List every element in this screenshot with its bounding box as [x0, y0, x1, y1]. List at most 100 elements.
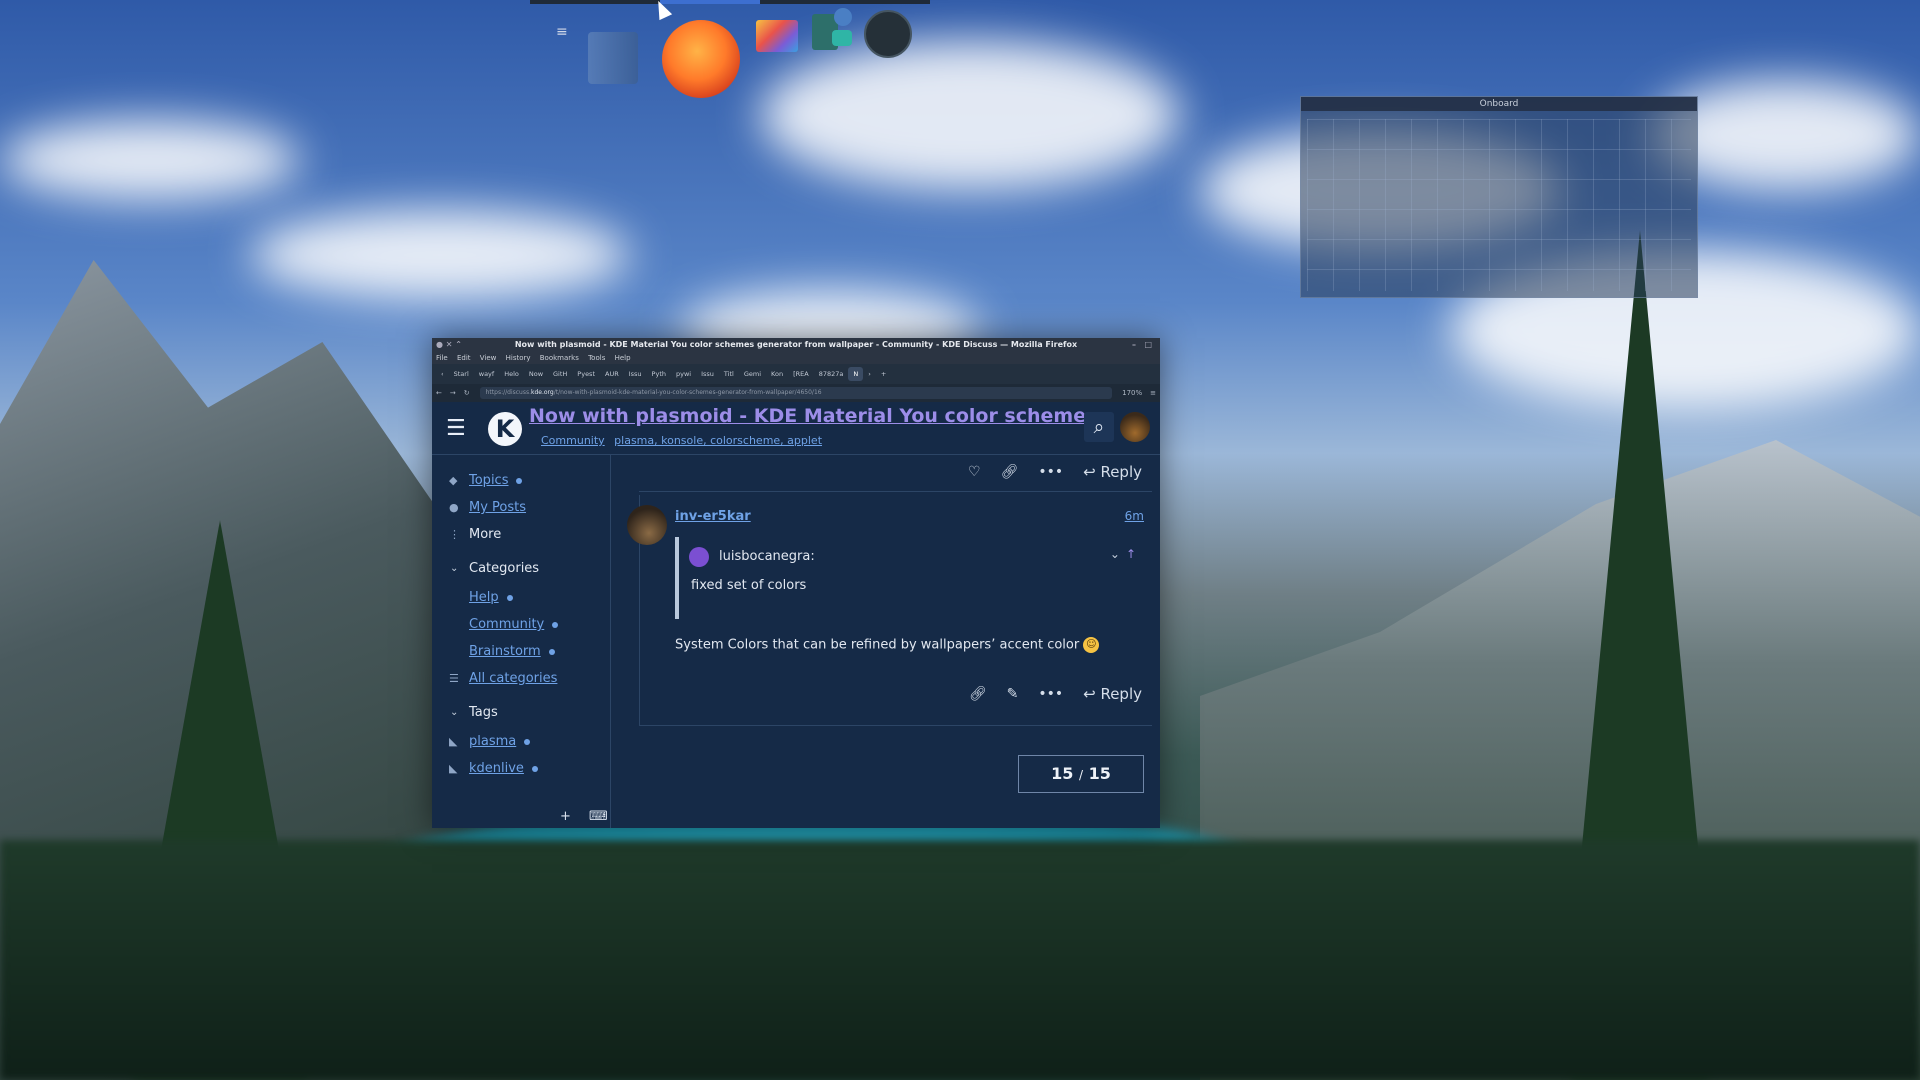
tab[interactable]: [REA [788, 367, 814, 381]
list-icon: ☰ [449, 672, 459, 685]
screenshot-icon[interactable] [812, 8, 856, 50]
reload-icon[interactable]: ↻ [460, 389, 474, 397]
topic-progress[interactable]: 15 / 15 [1018, 755, 1144, 793]
sidebar-item-topics[interactable]: ◆ Topics [432, 467, 610, 494]
tags-link[interactable]: plasma, konsole, colorscheme, applet [614, 434, 822, 447]
minimize-button[interactable]: – [1132, 338, 1136, 352]
tab-scroll-right[interactable]: › [863, 367, 876, 381]
quote-controls: ⌄ ↑ [1110, 547, 1136, 561]
tab[interactable]: 87827a [814, 367, 849, 381]
sidebar-item-help[interactable]: Help [432, 584, 610, 611]
window-menu-icon[interactable]: ● ✕ ⌃ [436, 338, 462, 352]
quote-avatar [689, 547, 709, 567]
firefox-icon[interactable] [662, 20, 740, 98]
layers-icon: ◆ [449, 474, 458, 487]
sidebar-item-label: Help [469, 590, 499, 605]
tab-scroll-left[interactable]: ‹ [436, 367, 449, 381]
new-tab-button[interactable]: + [876, 367, 891, 381]
tag-icon: ◣ [449, 762, 458, 775]
arrow-up-icon[interactable]: ↑ [1126, 547, 1136, 561]
link-icon[interactable]: 🔗︎ [969, 686, 987, 702]
post-body-text: System Colors that can be refined by wal… [675, 637, 1080, 653]
menu-icon[interactable]: ≡ [556, 24, 568, 40]
quote-text: fixed set of colors [691, 578, 807, 593]
unread-dot [548, 648, 555, 655]
sidebar-item-tag-kdenlive[interactable]: ◣ kdenlive [432, 755, 610, 782]
slight-smile-emoji-icon: ☺ [1083, 637, 1100, 653]
search-icon[interactable]: ⌕ [1084, 412, 1114, 442]
url-prefix: https://discuss. [485, 389, 531, 396]
kde-logo[interactable]: K [488, 412, 522, 446]
zoom-level[interactable]: 170% [1118, 389, 1146, 397]
back-icon[interactable]: ← [432, 389, 446, 397]
menu-history[interactable]: History [506, 354, 531, 362]
menu-view[interactable]: View [480, 354, 497, 362]
tag-icon: ◣ [449, 735, 458, 748]
unread-dot [524, 738, 531, 745]
reply-button[interactable]: ↩ Reply [1083, 463, 1142, 481]
pencil-icon[interactable]: ✎ [1007, 686, 1019, 702]
columns-app-icon[interactable] [588, 32, 638, 84]
sidebar-item-label: kdenlive [469, 761, 524, 776]
menu-bookmarks[interactable]: Bookmarks [540, 354, 579, 362]
reply-label: Reply [1100, 463, 1142, 481]
onboard-keyboard[interactable]: Onboard [1300, 96, 1698, 298]
heart-icon[interactable]: ♡ [968, 464, 981, 480]
post-username[interactable]: inv-er5kar [675, 509, 751, 524]
maximize-button[interactable]: □ [1144, 338, 1152, 352]
tab[interactable]: pywi [671, 367, 696, 381]
sidebar-item-tag-plasma[interactable]: ◣ plasma [432, 728, 610, 755]
reply-button[interactable]: ↩ Reply [1083, 685, 1142, 703]
clock-icon[interactable] [864, 10, 912, 58]
tab[interactable]: Pyest [572, 367, 600, 381]
tab[interactable]: Issu [696, 367, 719, 381]
more-icon[interactable]: ••• [1038, 464, 1063, 480]
user-avatar[interactable] [1120, 412, 1150, 442]
tab[interactable]: Issu [624, 367, 647, 381]
menu-help[interactable]: Help [615, 354, 631, 362]
sidebar-item-all-categories[interactable]: ☰ All categories [432, 665, 610, 692]
chevron-down-icon: ⌄ [450, 707, 459, 718]
more-icon[interactable]: ••• [1038, 686, 1063, 702]
window-title: Now with plasmoid - KDE Material You col… [514, 340, 1078, 349]
reply-label: Reply [1100, 685, 1142, 703]
topic-title[interactable]: Now with plasmoid - KDE Material You col… [529, 405, 1108, 427]
hamburger-menu-icon[interactable]: ☰ [446, 416, 466, 441]
keyboard-keys[interactable] [1307, 119, 1691, 291]
url-rest: /t/now-with-plasmoid-kde-material-you-co… [553, 389, 822, 396]
tab[interactable]: Starl [449, 367, 474, 381]
tab[interactable]: Kon [766, 367, 788, 381]
tab[interactable]: Gemi [739, 367, 766, 381]
menu-tools[interactable]: Tools [588, 354, 605, 362]
sidebar-item-label: Community [469, 617, 545, 632]
menu-file[interactable]: File [436, 354, 448, 362]
tab[interactable]: wayf [474, 367, 499, 381]
tab-active[interactable]: N [848, 367, 864, 381]
categories-section-toggle[interactable]: ⌄ Categories [432, 554, 610, 584]
sidebar-item-brainstorm[interactable]: Brainstorm [432, 638, 610, 665]
post-avatar[interactable] [627, 505, 667, 545]
sidebar-item-more[interactable]: ⋮ More [432, 521, 610, 548]
tab[interactable]: AUR [600, 367, 624, 381]
quote-username: luisbocanegra: [719, 549, 815, 564]
tab[interactable]: Titl [719, 367, 739, 381]
post-age[interactable]: 6m [1125, 509, 1144, 523]
app-menu-icon[interactable]: ≡ [1146, 389, 1160, 397]
category-link[interactable]: Community [541, 434, 605, 447]
sidebar-item-my-posts[interactable]: ● My Posts [432, 494, 610, 521]
chevron-down-icon[interactable]: ⌄ [1110, 547, 1120, 561]
post-divider [639, 491, 1152, 492]
tab[interactable]: Now [524, 367, 548, 381]
plus-icon[interactable]: + [560, 809, 571, 824]
file-manager-icon[interactable] [756, 20, 798, 52]
menu-edit[interactable]: Edit [457, 354, 471, 362]
tab[interactable]: Helo [499, 367, 524, 381]
sidebar-item-community[interactable]: Community [432, 611, 610, 638]
tab[interactable]: Pyth [647, 367, 671, 381]
keyboard-icon[interactable]: ⌨ [589, 809, 608, 824]
tags-section-toggle[interactable]: ⌄ Tags [432, 698, 610, 728]
url-input[interactable]: https://discuss.kde.org/t/now-with-plasm… [479, 387, 1113, 399]
link-icon[interactable]: 🔗︎ [1001, 464, 1019, 480]
tab[interactable]: GitH [548, 367, 572, 381]
forward-icon[interactable]: → [446, 389, 460, 397]
